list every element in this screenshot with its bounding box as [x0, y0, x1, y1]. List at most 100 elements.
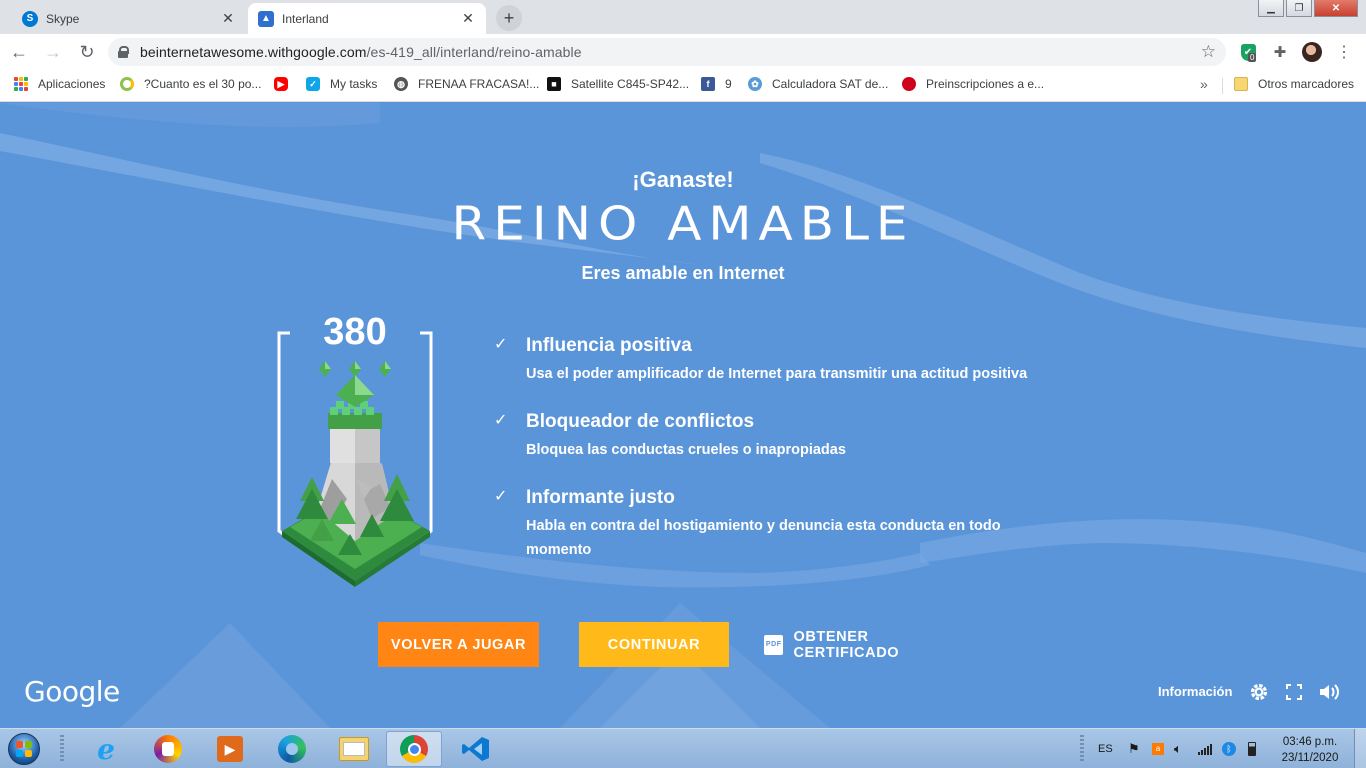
bookmarks-divider: [1222, 78, 1223, 94]
get-certificate-label: OBTENER CERTIFICADO: [793, 628, 900, 661]
profile-avatar[interactable]: [1302, 42, 1322, 62]
reload-button[interactable]: ↻: [72, 37, 102, 67]
achievement-item: ✓ Bloqueador de conflictos Bloquea las c…: [494, 411, 1094, 462]
settings-gear-icon[interactable]: [1248, 681, 1270, 703]
apps-grid-icon: [14, 77, 28, 91]
achievement-title: Influencia positiva: [526, 335, 692, 356]
bookmark-item[interactable]: ?Cuanto es el 30 po...: [120, 77, 261, 91]
youtube-icon: ▶: [274, 77, 288, 91]
game-results-page: ¡Ganaste! REINO AMABLE Eres amable en In…: [0, 103, 1366, 728]
facebook-icon: f: [701, 77, 715, 91]
more-bookmarks-chevron-icon[interactable]: »: [1200, 76, 1208, 92]
taskbar-grip: [60, 735, 64, 763]
toshiba-icon: ■: [547, 77, 561, 91]
network-signal-icon[interactable]: [1198, 729, 1212, 768]
window-controls: ▁ ❐ ✕: [1256, 0, 1358, 17]
skype-icon: S: [22, 10, 38, 27]
windows-taskbar: e ▶ ES ⚑ a 🔈︎ ᛒ 03:46 p.m. 23/11/2020: [0, 728, 1366, 768]
achievement-title: Bloqueador de conflictos: [526, 411, 755, 432]
play-again-button[interactable]: VOLVER A JUGAR: [378, 622, 539, 667]
check-icon: ✓: [494, 336, 508, 353]
windows-logo-icon: [8, 733, 40, 765]
google-logo: Google: [24, 675, 120, 708]
realm-title: REINO AMABLE: [451, 197, 915, 251]
extension-shield-icon[interactable]: ✔ 0: [1238, 42, 1258, 62]
achievement-description: Habla en contra del hostigamiento y denu…: [526, 518, 1001, 558]
file-explorer-icon[interactable]: [326, 731, 382, 767]
battery-icon[interactable]: [1248, 729, 1256, 768]
bookmark-label: My tasks: [330, 77, 378, 91]
continue-button[interactable]: CONTINUAR: [579, 622, 729, 667]
bookmark-item[interactable]: f 9: [701, 77, 732, 91]
window-close-button[interactable]: ✕: [1314, 0, 1358, 17]
menu-kebab-icon[interactable]: ⋮: [1334, 42, 1354, 62]
info-link[interactable]: Información: [1158, 684, 1232, 699]
forward-button[interactable]: →: [38, 37, 68, 67]
maximize-button[interactable]: ❐: [1286, 0, 1312, 17]
tab-skype[interactable]: S Skype ✕: [12, 3, 246, 34]
extensions-puzzle-icon[interactable]: ✚: [1270, 42, 1290, 62]
show-desktop-button[interactable]: [1354, 729, 1366, 768]
avast-tray-icon[interactable]: a: [1152, 729, 1164, 768]
address-bar[interactable]: beinternetawesome.withgoogle.com/es-419_…: [108, 38, 1226, 66]
vscode-icon[interactable]: [448, 731, 504, 767]
tab-interland[interactable]: ▲ Interland ✕: [248, 3, 486, 34]
volume-icon[interactable]: [1318, 681, 1340, 703]
edge-icon[interactable]: [264, 731, 320, 767]
bookmark-other-folder[interactable]: Otros marcadores: [1234, 77, 1354, 91]
bookmarks-bar: Aplicaciones ?Cuanto es el 30 po... ▶ ✓ …: [0, 70, 1366, 102]
bookmark-item[interactable]: ✿ Calculadora SAT de...: [748, 77, 888, 91]
bookmark-apps[interactable]: Aplicaciones: [14, 77, 105, 91]
browser-toolbar: ← → ↻ beinternetawesome.withgoogle.com/e…: [0, 34, 1366, 70]
tab-title: Interland: [282, 11, 329, 26]
achievement-item: ✓ Influencia positiva Usa el poder ampli…: [494, 335, 1094, 386]
bookmark-label: 9: [725, 77, 732, 91]
media-player-icon[interactable]: ▶: [202, 731, 258, 767]
bookmark-label: Preinscripciones a e...: [926, 77, 1045, 91]
score-badge: 380: [272, 309, 438, 591]
action-center-icon[interactable]: ⚑: [1128, 729, 1140, 768]
achievement-description: Bloquea las conductas crueles o inapropi…: [526, 442, 846, 458]
bookmark-label: ?Cuanto es el 30 po...: [144, 77, 262, 91]
lock-icon[interactable]: [118, 46, 129, 58]
bluetooth-icon[interactable]: ᛒ: [1222, 729, 1236, 768]
new-tab-button[interactable]: +: [496, 5, 522, 31]
start-button[interactable]: [4, 730, 44, 768]
achievement-title: Informante justo: [526, 487, 675, 508]
flower-icon: ✿: [748, 77, 762, 91]
close-icon[interactable]: ✕: [220, 10, 236, 27]
tab-strip: S Skype ✕ ▲ Interland ✕ + ▁ ❐ ✕: [0, 0, 1366, 34]
folder-icon: [1234, 77, 1248, 91]
fullscreen-icon[interactable]: [1283, 681, 1305, 703]
win-label: ¡Ganaste!: [632, 167, 734, 192]
back-button[interactable]: ←: [4, 37, 34, 67]
red-circle-icon: [902, 77, 916, 91]
speaker-icon[interactable]: 🔈︎: [1174, 729, 1182, 768]
bookmark-item[interactable]: ▶: [274, 77, 298, 91]
language-indicator[interactable]: ES: [1098, 729, 1113, 768]
bookmark-item[interactable]: ■ Satellite C845-SP42...: [547, 77, 689, 91]
clock-time: 03:46 p.m.: [1282, 736, 1338, 748]
bookmark-item[interactable]: Preinscripciones a e...: [902, 77, 1044, 91]
tasks-icon: ✓: [306, 77, 320, 91]
spinner-icon: [120, 77, 134, 91]
bookmark-label: Aplicaciones: [38, 77, 106, 91]
pdf-icon: PDF: [764, 634, 784, 655]
get-certificate-button[interactable]: PDF OBTENER CERTIFICADO: [764, 622, 974, 667]
bookmark-item[interactable]: ✓ My tasks: [306, 77, 377, 91]
internet-explorer-icon[interactable]: e: [78, 731, 134, 767]
realm-subtitle: Eres amable en Internet: [581, 263, 785, 283]
minimize-button[interactable]: ▁: [1258, 0, 1284, 17]
tab-title: Skype: [46, 11, 80, 26]
taskbar-clock[interactable]: 03:46 p.m. 23/11/2020: [1272, 734, 1348, 766]
avast-secure-browser-icon[interactable]: [140, 731, 196, 767]
url-text: beinternetawesome.withgoogle.com/es-419_…: [140, 44, 582, 60]
close-icon[interactable]: ✕: [460, 10, 476, 27]
bookmark-item[interactable]: ◍ FRENAA FRACASA!...: [394, 77, 539, 91]
bookmark-star-icon[interactable]: ☆: [1201, 42, 1216, 62]
achievements-list: ✓ Influencia positiva Usa el poder ampli…: [494, 335, 1094, 587]
achievement-description: Usa el poder amplificador de Internet pa…: [526, 366, 1028, 382]
check-icon: ✓: [494, 412, 508, 429]
chrome-icon[interactable]: [386, 731, 442, 767]
score-value: 380: [323, 311, 387, 353]
